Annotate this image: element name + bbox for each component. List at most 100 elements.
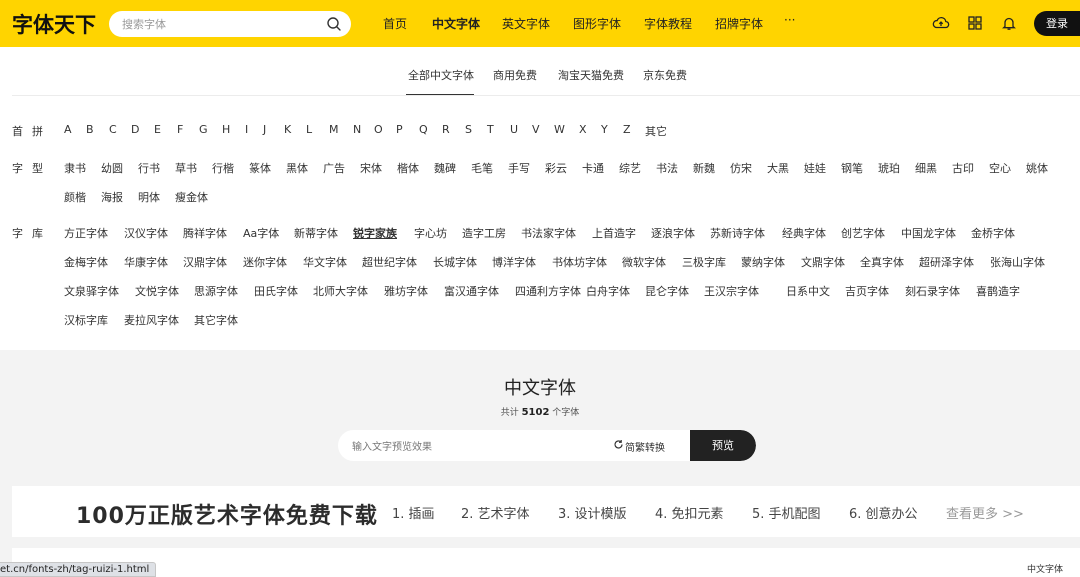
library-filter-31[interactable]: 张海山字体 xyxy=(990,254,1045,270)
library-filter-1[interactable]: 汉仪字体 xyxy=(124,225,168,241)
library-filter-32[interactable]: 文泉驿字体 xyxy=(64,283,119,299)
type-filter-9[interactable]: 楷体 xyxy=(397,160,419,176)
library-filter-41[interactable]: 昆仑字体 xyxy=(645,283,689,299)
simplified-traditional-toggle[interactable]: 简繁转换 xyxy=(614,439,665,454)
library-filter-25[interactable]: 微软字体 xyxy=(622,254,666,270)
pinyin-filter-14[interactable]: O xyxy=(374,123,383,136)
library-filter-42[interactable]: 王汉宗字体 xyxy=(704,283,759,299)
library-filter-10[interactable]: 逐浪字体 xyxy=(651,225,695,241)
type-filter-1[interactable]: 幼圆 xyxy=(101,160,123,176)
pinyin-filter-6[interactable]: G xyxy=(199,123,208,136)
library-filter-6[interactable]: 字心坊 xyxy=(414,225,447,241)
library-filter-47[interactable]: 汉标字库 xyxy=(64,312,108,328)
pinyin-filter-21[interactable]: V xyxy=(532,123,540,136)
pinyin-filter-5[interactable]: F xyxy=(177,123,183,136)
library-filter-18[interactable]: 汉鼎字体 xyxy=(183,254,227,270)
library-filter-9[interactable]: 上首造字 xyxy=(592,225,636,241)
type-filter-6[interactable]: 黑体 xyxy=(286,160,308,176)
type-filter-7[interactable]: 广告 xyxy=(323,160,345,176)
type-filter-13[interactable]: 彩云 xyxy=(545,160,567,176)
library-filter-4[interactable]: 新蒂字体 xyxy=(294,225,338,241)
pinyin-filter-15[interactable]: P xyxy=(396,123,403,136)
library-filter-35[interactable]: 田氏字体 xyxy=(254,283,298,299)
login-button[interactable]: 登录 xyxy=(1034,11,1080,36)
tab-taobao-free[interactable]: 淘宝天猫免费 xyxy=(558,67,624,83)
grid-apps-icon[interactable] xyxy=(966,14,984,32)
library-filter-5[interactable]: 锐字家族 xyxy=(353,225,397,241)
type-filter-11[interactable]: 毛笔 xyxy=(471,160,493,176)
library-filter-20[interactable]: 华文字体 xyxy=(303,254,347,270)
type-filter-3[interactable]: 草书 xyxy=(175,160,197,176)
type-filter-22[interactable]: 琥珀 xyxy=(878,160,900,176)
pinyin-filter-12[interactable]: M xyxy=(329,123,339,136)
library-filter-23[interactable]: 博洋字体 xyxy=(492,254,536,270)
library-filter-27[interactable]: 蒙纳字体 xyxy=(741,254,785,270)
library-filter-39[interactable]: 四通利方字体 xyxy=(515,283,581,299)
library-filter-22[interactable]: 长城字体 xyxy=(433,254,477,270)
pinyin-filter-16[interactable]: Q xyxy=(419,123,428,136)
pinyin-filter-24[interactable]: Y xyxy=(601,123,608,136)
type-filter-24[interactable]: 古印 xyxy=(952,160,974,176)
banner-item-art-fonts[interactable]: 2. 艺术字体 xyxy=(461,503,530,522)
library-filter-2[interactable]: 腾祥字体 xyxy=(183,225,227,241)
pinyin-filter-25[interactable]: Z xyxy=(623,123,631,136)
pinyin-filter-1[interactable]: B xyxy=(86,123,94,136)
upload-cloud-icon[interactable] xyxy=(932,14,950,32)
library-filter-33[interactable]: 文悦字体 xyxy=(135,283,179,299)
library-filter-24[interactable]: 书体坊字体 xyxy=(552,254,607,270)
type-filter-21[interactable]: 钢笔 xyxy=(841,160,863,176)
pinyin-filter-18[interactable]: S xyxy=(465,123,472,136)
pinyin-filter-2[interactable]: C xyxy=(109,123,117,136)
banner-item-templates[interactable]: 3. 设计模版 xyxy=(558,503,627,522)
pinyin-filter-4[interactable]: E xyxy=(154,123,161,136)
banner-item-office[interactable]: 6. 创意办公 xyxy=(849,503,918,522)
tab-jd-free[interactable]: 京东免费 xyxy=(643,67,687,83)
nav-chinese-fonts[interactable]: 中文字体 xyxy=(432,15,480,32)
type-filter-23[interactable]: 细黑 xyxy=(915,160,937,176)
type-filter-15[interactable]: 综艺 xyxy=(619,160,641,176)
library-filter-40[interactable]: 白舟字体 xyxy=(586,283,630,299)
library-filter-38[interactable]: 富汉通字体 xyxy=(444,283,499,299)
preview-button[interactable]: 预览 xyxy=(690,430,756,461)
search-box[interactable]: 搜索字体 xyxy=(109,11,351,37)
library-filter-13[interactable]: 创艺字体 xyxy=(841,225,885,241)
pinyin-filter-26[interactable]: 其它 xyxy=(645,123,667,139)
library-filter-11[interactable]: 苏新诗字体 xyxy=(710,225,765,241)
library-filter-7[interactable]: 造字工房 xyxy=(462,225,506,241)
search-input[interactable]: 搜索字体 xyxy=(122,16,166,32)
pinyin-filter-22[interactable]: W xyxy=(554,123,565,136)
nav-signboard-fonts[interactable]: 招牌字体 xyxy=(715,15,763,32)
type-filter-17[interactable]: 新魏 xyxy=(693,160,715,176)
type-filter-14[interactable]: 卡通 xyxy=(582,160,604,176)
type-filter-25[interactable]: 空心 xyxy=(989,160,1011,176)
library-filter-36[interactable]: 北师大字体 xyxy=(313,283,368,299)
type-filter-20[interactable]: 娃娃 xyxy=(804,160,826,176)
banner-item-elements[interactable]: 4. 免扣元素 xyxy=(655,503,724,522)
library-filter-26[interactable]: 三极字库 xyxy=(682,254,726,270)
type-filter-19[interactable]: 大黑 xyxy=(767,160,789,176)
pinyin-filter-20[interactable]: U xyxy=(510,123,518,136)
type-filter-5[interactable]: 篆体 xyxy=(249,160,271,176)
library-filter-21[interactable]: 超世纪字体 xyxy=(362,254,417,270)
library-filter-28[interactable]: 文鼎字体 xyxy=(801,254,845,270)
pinyin-filter-7[interactable]: H xyxy=(222,123,230,136)
library-filter-37[interactable]: 雅坊字体 xyxy=(384,283,428,299)
tab-commercial-free[interactable]: 商用免费 xyxy=(493,67,537,83)
type-filter-29[interactable]: 明体 xyxy=(138,189,160,205)
type-filter-12[interactable]: 手写 xyxy=(508,160,530,176)
library-filter-14[interactable]: 中国龙字体 xyxy=(901,225,956,241)
library-filter-34[interactable]: 思源字体 xyxy=(194,283,238,299)
nav-home[interactable]: 首页 xyxy=(383,15,407,32)
library-filter-44[interactable]: 吉页字体 xyxy=(845,283,889,299)
library-filter-12[interactable]: 经典字体 xyxy=(782,225,826,241)
pinyin-filter-23[interactable]: X xyxy=(579,123,587,136)
library-filter-16[interactable]: 金梅字体 xyxy=(64,254,108,270)
banner-item-wallpapers[interactable]: 5. 手机配图 xyxy=(752,503,821,522)
library-filter-15[interactable]: 金桥字体 xyxy=(971,225,1015,241)
pinyin-filter-0[interactable]: A xyxy=(64,123,72,136)
type-filter-26[interactable]: 姚体 xyxy=(1026,160,1048,176)
library-filter-49[interactable]: 其它字体 xyxy=(194,312,238,328)
banner-item-illustration[interactable]: 1. 插画 xyxy=(392,503,435,522)
library-filter-3[interactable]: Aa字体 xyxy=(243,225,279,241)
bell-icon[interactable] xyxy=(1000,14,1018,32)
